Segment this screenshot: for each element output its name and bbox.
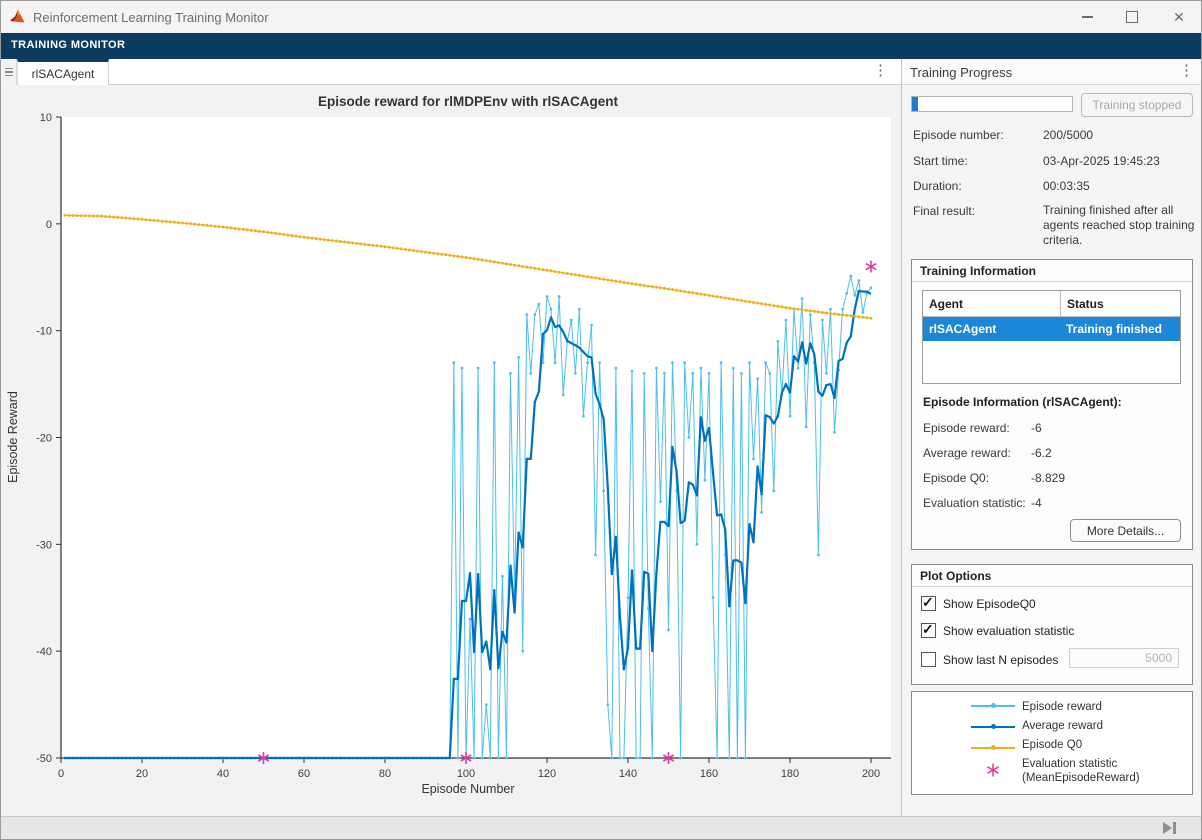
skip-to-end-button[interactable] bbox=[1163, 822, 1176, 834]
ribbon-tab-training-monitor[interactable]: TRAINING MONITOR bbox=[11, 39, 125, 51]
training-progress-menu-button[interactable]: ⋮ bbox=[1179, 62, 1194, 80]
svg-text:10: 10 bbox=[40, 112, 52, 124]
legend-label: Episode reward bbox=[1022, 700, 1102, 714]
kebab-menu-icon: ⋮ bbox=[1179, 62, 1194, 79]
field-value: 200/5000 bbox=[1043, 128, 1093, 142]
svg-text:-40: -40 bbox=[36, 646, 52, 658]
episode-field-value: -8.829 bbox=[1031, 471, 1065, 485]
app-window: Reinforcement Learning Training Monitor … bbox=[0, 0, 1202, 840]
checkbox-icon bbox=[921, 652, 936, 667]
field-label: Start time: bbox=[913, 154, 968, 168]
plot-options-title: Plot Options bbox=[912, 565, 1192, 587]
training-plot: -50-40-30-20-100100204060801001201401601… bbox=[1, 85, 899, 812]
ribbon-bar bbox=[1, 33, 1201, 59]
svg-text:-50: -50 bbox=[36, 753, 52, 765]
checkbox-icon bbox=[921, 623, 936, 638]
legend-label-eval-line1: Evaluation statistic bbox=[1022, 757, 1117, 771]
legend-line-episode-q0 bbox=[971, 747, 1015, 749]
legend-asterisk-icon bbox=[985, 762, 1001, 778]
training-information-title: Training Information bbox=[912, 260, 1192, 282]
svg-text:100: 100 bbox=[457, 768, 475, 780]
checkbox-icon bbox=[921, 596, 936, 611]
maximize-button[interactable] bbox=[1110, 1, 1154, 33]
svg-text:Episode Reward: Episode Reward bbox=[6, 391, 20, 483]
training-stopped-label: Training stopped bbox=[1093, 98, 1182, 112]
checkbox-show-episodeq0[interactable]: Show EpisodeQ0 bbox=[921, 596, 1036, 611]
episode-field-value: -6.2 bbox=[1031, 446, 1052, 460]
svg-text:60: 60 bbox=[298, 768, 310, 780]
matlab-logo-icon bbox=[9, 8, 27, 26]
more-details-button[interactable]: More Details... bbox=[1070, 519, 1181, 542]
legend-label: Episode Q0 bbox=[1022, 738, 1082, 752]
window-title: Reinforcement Learning Training Monitor bbox=[33, 10, 269, 25]
legend-label-eval-line2: (MeanEpisodeReward) bbox=[1022, 771, 1140, 785]
plot-panel-menu-button[interactable]: ⋮ bbox=[873, 62, 888, 80]
document-tab-strip bbox=[1, 59, 901, 85]
agent-status-table: Agent Status rlSACAgent Training finishe… bbox=[922, 290, 1181, 384]
close-button[interactable]: ✕ bbox=[1157, 1, 1201, 33]
training-stopped-button[interactable]: Training stopped bbox=[1081, 93, 1193, 117]
svg-text:80: 80 bbox=[379, 768, 391, 780]
field-label: Final result: bbox=[913, 204, 975, 218]
field-label: Duration: bbox=[913, 179, 962, 193]
episode-field-label: Evaluation statistic: bbox=[923, 496, 1026, 510]
minimize-icon bbox=[1082, 16, 1093, 18]
svg-text:20: 20 bbox=[136, 768, 148, 780]
minimize-button[interactable] bbox=[1065, 1, 1109, 33]
svg-text:200: 200 bbox=[862, 768, 880, 780]
title-bar: Reinforcement Learning Training Monitor bbox=[1, 1, 1201, 33]
field-label: Episode number: bbox=[913, 128, 1004, 142]
svg-text:0: 0 bbox=[58, 768, 64, 780]
checkbox-show-last-n-episodes[interactable]: Show last N episodes bbox=[921, 652, 1058, 667]
close-icon: ✕ bbox=[1173, 10, 1185, 24]
tab-grip-icon[interactable] bbox=[1, 59, 17, 85]
tab-label: rlSACAgent bbox=[32, 67, 95, 81]
checkbox-show-evaluation-statistic[interactable]: Show evaluation statistic bbox=[921, 623, 1074, 638]
svg-text:160: 160 bbox=[700, 768, 718, 780]
more-details-label: More Details... bbox=[1087, 524, 1164, 538]
svg-text:120: 120 bbox=[538, 768, 556, 780]
maximize-icon bbox=[1126, 11, 1138, 23]
svg-text:Episode reward for rlMDPEnv wi: Episode reward for rlMDPEnv with rlSACAg… bbox=[318, 94, 619, 109]
table-header-row: Agent Status bbox=[923, 291, 1180, 317]
skip-to-end-icon bbox=[1163, 822, 1172, 834]
progress-fill bbox=[912, 97, 918, 111]
column-header-status[interactable]: Status bbox=[1061, 291, 1180, 316]
legend-label: Average reward bbox=[1022, 719, 1103, 733]
training-progress-title: Training Progress bbox=[910, 65, 1012, 80]
field-value: Training finished after all agents reach… bbox=[1043, 203, 1195, 248]
tab-rlsacagent[interactable]: rlSACAgent bbox=[17, 59, 109, 85]
status-bar bbox=[1, 816, 1201, 840]
episode-field-value: -6 bbox=[1031, 421, 1042, 435]
svg-text:-30: -30 bbox=[36, 539, 52, 551]
svg-text:0: 0 bbox=[46, 219, 52, 231]
episode-field-label: Episode reward: bbox=[923, 421, 1010, 435]
svg-text:-20: -20 bbox=[36, 433, 52, 445]
episode-information-title: Episode Information (rlSACAgent): bbox=[923, 395, 1122, 409]
svg-text:-10: -10 bbox=[36, 326, 52, 338]
field-value: 03-Apr-2025 19:45:23 bbox=[1043, 154, 1160, 168]
svg-text:40: 40 bbox=[217, 768, 229, 780]
plot-panel: -50-40-30-20-100100204060801001201401601… bbox=[1, 85, 901, 816]
svg-text:180: 180 bbox=[781, 768, 799, 780]
legend-line-episode-reward bbox=[971, 705, 1015, 707]
training-progress-bar bbox=[911, 96, 1073, 112]
table-row[interactable]: rlSACAgent Training finished bbox=[923, 317, 1180, 341]
status-cell: Training finished bbox=[1060, 317, 1162, 341]
checkbox-label: Show evaluation statistic bbox=[943, 624, 1074, 638]
svg-text:140: 140 bbox=[619, 768, 637, 780]
field-value: 00:03:35 bbox=[1043, 179, 1090, 193]
n-episodes-input[interactable] bbox=[1069, 648, 1179, 668]
checkbox-label: Show last N episodes bbox=[943, 653, 1058, 667]
episode-field-label: Average reward: bbox=[923, 446, 1011, 460]
column-header-agent[interactable]: Agent bbox=[923, 291, 1061, 316]
episode-field-label: Episode Q0: bbox=[923, 471, 989, 485]
kebab-menu-icon: ⋮ bbox=[873, 62, 888, 79]
svg-text:Episode Number: Episode Number bbox=[421, 782, 514, 796]
agent-cell: rlSACAgent bbox=[923, 317, 1060, 341]
legend-line-average-reward bbox=[971, 726, 1015, 728]
checkbox-label: Show EpisodeQ0 bbox=[943, 597, 1036, 611]
episode-field-value: -4 bbox=[1031, 496, 1042, 510]
